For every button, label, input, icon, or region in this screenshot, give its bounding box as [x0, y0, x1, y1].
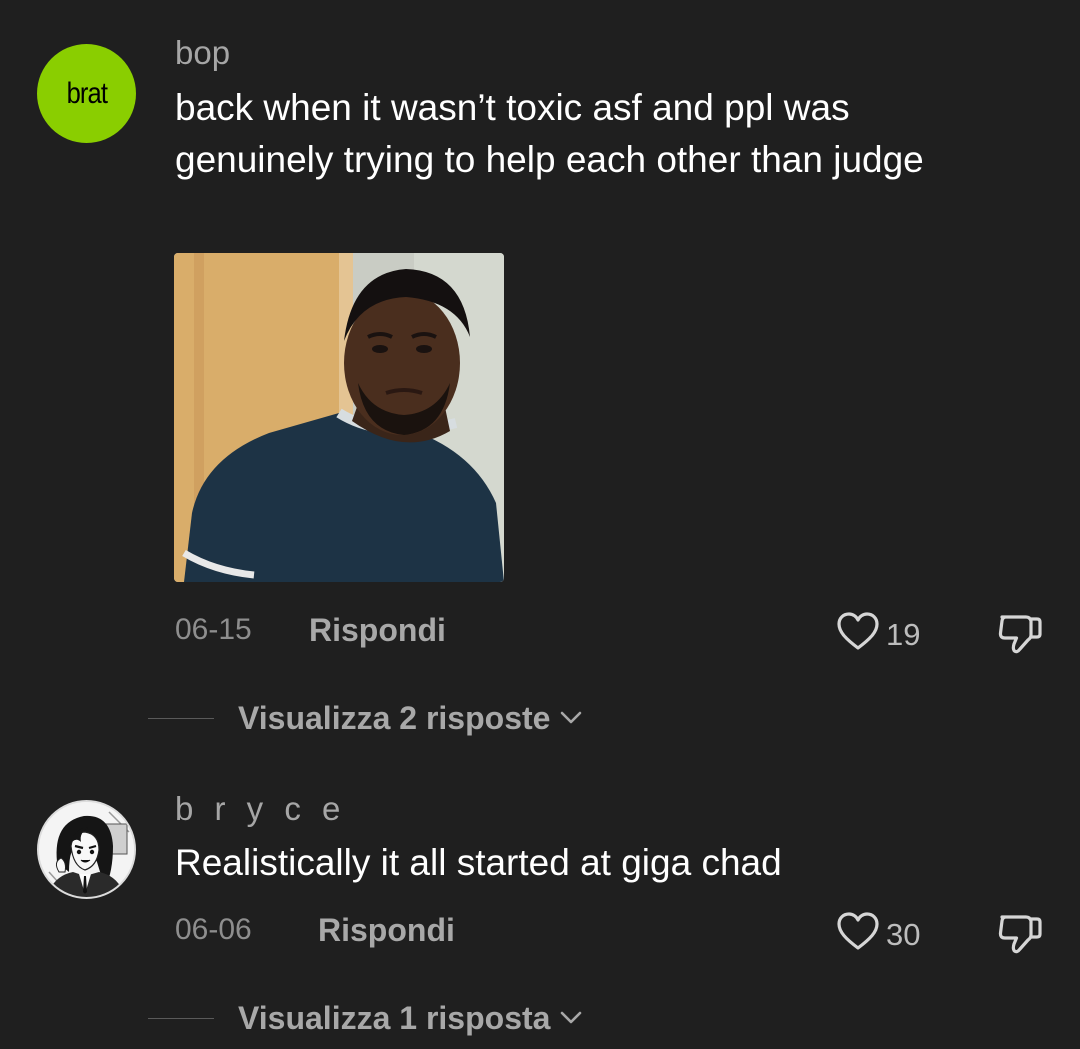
dislike-button[interactable]: [996, 911, 1044, 962]
avatar-text: brat: [66, 76, 107, 110]
heart-icon: [836, 611, 880, 659]
comment-image[interactable]: [174, 253, 504, 582]
chevron-down-icon: [560, 1011, 582, 1030]
comment-text: Realistically it all started at giga cha…: [175, 842, 782, 883]
view-replies-label: Visualizza 2 risposte: [238, 700, 551, 736]
avatar-illustration: [39, 802, 134, 897]
comment-text: back when it wasn’t toxic asf and ppl wa…: [175, 87, 924, 180]
avatar[interactable]: brat: [37, 44, 136, 143]
photo-illustration: [174, 253, 504, 582]
reply-button[interactable]: Rispondi: [309, 612, 446, 649]
heart-icon: [836, 911, 880, 959]
divider: [148, 1018, 214, 1019]
username[interactable]: b r y c e: [175, 790, 346, 828]
username[interactable]: bop: [175, 34, 230, 72]
avatar[interactable]: [37, 800, 136, 899]
dislike-button[interactable]: [996, 611, 1044, 662]
like-count: 30: [886, 917, 921, 952]
like-count: 19: [886, 617, 921, 652]
comment-date: 06-15: [175, 613, 252, 646]
thumbs-down-icon: [996, 615, 1044, 661]
comment-date: 06-06: [175, 913, 252, 946]
reply-button[interactable]: Rispondi: [318, 912, 455, 949]
like-button[interactable]: 19: [836, 611, 920, 659]
view-replies-button[interactable]: Visualizza 1 risposta: [148, 1000, 582, 1037]
like-button[interactable]: 30: [836, 911, 920, 959]
divider: [148, 718, 214, 719]
view-replies-label: Visualizza 1 risposta: [238, 1000, 551, 1036]
view-replies-button[interactable]: Visualizza 2 risposte: [148, 700, 582, 737]
thumbs-down-icon: [996, 915, 1044, 961]
chevron-down-icon: [560, 711, 582, 730]
